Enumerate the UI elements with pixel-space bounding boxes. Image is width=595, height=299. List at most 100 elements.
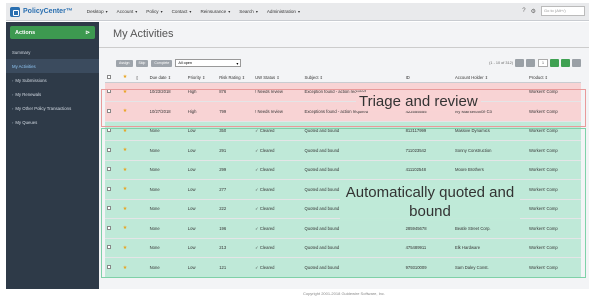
- goto-search-input[interactable]: Go to (Alt+/): [541, 6, 585, 16]
- grid-options-button[interactable]: [572, 59, 581, 67]
- product-cell: Workers' Comp: [527, 179, 581, 199]
- sidebar-item-summary[interactable]: Summary: [6, 45, 99, 59]
- expand-icon: ⊳: [85, 29, 90, 36]
- page-number-input[interactable]: 1: [538, 59, 548, 67]
- table-row[interactable]: ★ None Low 213 ✓ Cleared Quoted and bound 4754…: [105, 237, 581, 258]
- uw-status-cell: ✓ Cleared: [253, 257, 303, 277]
- prev-page-button[interactable]: [526, 59, 535, 67]
- assign-button[interactable]: Assign: [116, 59, 133, 67]
- sidebar-item-my-activities[interactable]: My Activities: [6, 59, 99, 73]
- subject-link[interactable]: Quoted and bound: [302, 159, 404, 180]
- star-icon[interactable]: ★: [120, 218, 135, 238]
- star-icon[interactable]: ★: [120, 159, 135, 180]
- account-holder-link[interactable]: Massive Dynamics: [452, 120, 528, 141]
- help-icon[interactable]: ?: [522, 8, 525, 14]
- table-row[interactable]: ★ 10/23/2018 High 876! Needs review Exceptio…: [105, 81, 581, 102]
- menu-item-search[interactable]: Search ▾: [239, 9, 258, 14]
- footer-copyright: Copyright 2001-2018 Guidewire Software, …: [302, 291, 386, 296]
- app-logo[interactable]: PolicyCenter™: [6, 3, 77, 21]
- row-checkbox[interactable]: [105, 120, 121, 141]
- menu-item-administration[interactable]: Administration ▾: [267, 9, 300, 14]
- account-holder-link[interactable]: Sam Daley Const.: [452, 257, 528, 277]
- menu-item-contact[interactable]: Contact ▾: [172, 9, 192, 14]
- sidebar-item-my-submissions[interactable]: › My Submissions: [6, 73, 99, 87]
- subject-link[interactable]: Quoted and bound: [302, 257, 404, 277]
- complete-button[interactable]: Complete: [151, 59, 173, 67]
- product-cell: Workers' Comp: [527, 101, 581, 121]
- first-page-button[interactable]: [515, 59, 524, 67]
- column-header[interactable]: Subject ⇕: [302, 73, 404, 83]
- risk-rating-cell: 121: [217, 257, 254, 277]
- uw-status-label: Cleared: [259, 167, 275, 173]
- auto-bound-annotation: Automatically quoted and bound: [340, 183, 520, 221]
- column-header[interactable]: Account Holder ⇕: [452, 73, 528, 83]
- star-icon[interactable]: ★: [120, 140, 135, 160]
- menu-item-reinsurance[interactable]: Reinsurance ▾: [200, 9, 230, 14]
- star-icon[interactable]: ★: [120, 257, 135, 277]
- filter-select[interactable]: All open ▾: [175, 59, 242, 67]
- document-column-icon: ▯: [134, 73, 148, 83]
- row-checkbox[interactable]: [105, 81, 121, 102]
- menu-item-desktop[interactable]: Desktop ▾: [87, 9, 108, 14]
- top-nav-bar: PolicyCenter™ Desktop ▾ Account ▾ Policy ▾ Con…: [6, 3, 589, 21]
- doc-cell: [134, 101, 148, 121]
- row-checkbox[interactable]: [105, 101, 121, 121]
- star-icon[interactable]: ★: [120, 237, 135, 258]
- settings-gear-icon[interactable]: ⚙: [531, 8, 536, 15]
- subject-link[interactable]: Quoted and bound: [302, 237, 404, 258]
- column-header[interactable]: Risk Rating ⇕: [217, 73, 254, 83]
- uw-status-cell: ✓ Cleared: [253, 237, 303, 258]
- menu-item-account[interactable]: Account ▾: [117, 9, 138, 14]
- sidebar-item-my-renewals[interactable]: › My Renewals: [6, 87, 99, 101]
- row-checkbox[interactable]: [105, 218, 121, 238]
- table-row[interactable]: ★ None Low 299 ✓ Cleared Quoted and bound 4111…: [105, 159, 581, 180]
- row-checkbox[interactable]: [105, 140, 121, 160]
- row-checkbox[interactable]: [105, 198, 121, 219]
- next-page-button[interactable]: [550, 59, 559, 67]
- account-holder-link[interactable]: Elk Hardware: [452, 237, 528, 258]
- account-holder-link[interactable]: Moore Brothers: [452, 159, 528, 180]
- sidebar-item-my-other-policy-transactions[interactable]: › My Other Policy Transactions: [6, 101, 99, 115]
- star-icon[interactable]: ★: [120, 120, 135, 141]
- table-row[interactable]: ★ None Low 121 ✓ Cleared Quoted and bound 9793…: [105, 257, 581, 277]
- due-date-cell: None: [147, 257, 186, 277]
- row-checkbox[interactable]: [105, 159, 121, 180]
- column-header[interactable]: Priority ⇕: [185, 73, 218, 83]
- row-checkbox[interactable]: [105, 179, 121, 199]
- star-icon[interactable]: ★: [120, 179, 135, 199]
- table-row[interactable]: ★ None Low 291 ✓ Cleared Quoted and bound 7110…: [105, 140, 581, 160]
- table-row[interactable]: ★ None Low 196 ✓ Cleared Quoted and bound 2859…: [105, 218, 581, 238]
- product-cell: Workers' Comp: [527, 159, 581, 180]
- menu-label: Contact: [171, 9, 188, 14]
- star-icon[interactable]: ★: [120, 101, 135, 121]
- actions-label: Actions: [15, 29, 36, 36]
- star-icon[interactable]: ★: [120, 198, 135, 219]
- account-holder-link[interactable]: Sonny Construction: [452, 140, 528, 160]
- skip-button[interactable]: Skip: [135, 59, 149, 67]
- sidebar-item-my-queues[interactable]: › My Queues: [6, 115, 99, 129]
- subject-link[interactable]: Quoted and bound: [302, 120, 404, 141]
- due-date-cell: None: [147, 159, 186, 180]
- id-cell: 979310009: [403, 257, 453, 277]
- star-icon[interactable]: ★: [120, 81, 135, 102]
- last-page-button[interactable]: [561, 59, 570, 67]
- column-header[interactable]: ID: [403, 73, 453, 83]
- table-row[interactable]: ★ None Low 350 ✓ Cleared Quoted and bound 8121…: [105, 120, 581, 141]
- row-checkbox[interactable]: [105, 257, 121, 277]
- menu-item-policy[interactable]: Policy ▾: [146, 9, 162, 14]
- risk-rating-cell: 799: [217, 101, 254, 121]
- subject-link[interactable]: Quoted and bound: [302, 218, 404, 238]
- menu-label: Account: [116, 9, 134, 14]
- account-holder-link[interactable]: Beatle Street Corp.: [452, 218, 528, 238]
- row-checkbox[interactable]: [105, 237, 121, 258]
- due-date-cell: None: [147, 237, 186, 258]
- filter-value: All open: [178, 61, 193, 65]
- column-header[interactable]: Product ⇕: [527, 73, 581, 83]
- table-row[interactable]: ★ 10/27/2018 High 799! Needs review Exceptio…: [105, 101, 581, 121]
- triage-annotation: Triage and review: [356, 92, 481, 111]
- column-header[interactable]: Due date ⇕: [147, 73, 186, 83]
- actions-button[interactable]: Actions ⊳: [10, 26, 95, 39]
- doc-cell: [134, 257, 148, 277]
- column-header[interactable]: UW Status ⇕: [253, 73, 303, 83]
- subject-link[interactable]: Quoted and bound: [302, 140, 404, 160]
